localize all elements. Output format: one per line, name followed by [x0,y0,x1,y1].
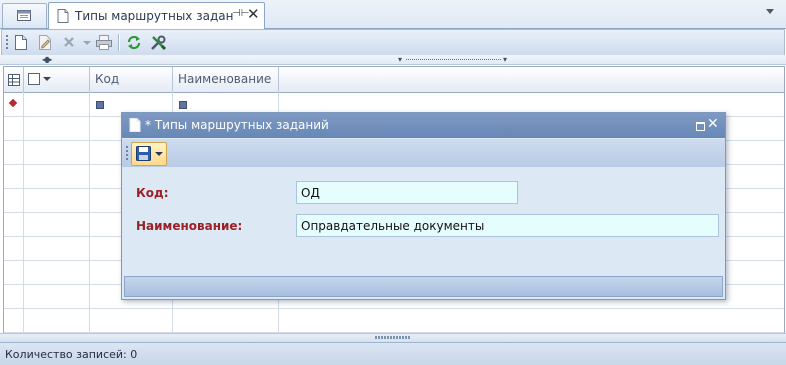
status-bar: Количество записей: 0 [0,342,786,365]
dialog-title: * Типы маршрутных заданий [145,118,329,132]
dialog-footer-bar [124,276,723,297]
save-icon [136,146,151,161]
settings-icon [151,35,166,51]
tab-list-dropdown-icon[interactable] [766,9,774,14]
column-header-code[interactable]: Код [90,67,173,92]
splitter-arrows-icon[interactable]: ◂▮▸ [42,55,52,64]
tab-title: Типы маршрутных задан [75,9,234,23]
delete-button[interactable] [60,33,80,52]
new-row-indicator-icon [8,98,18,108]
document-tab-strip: Типы маршрутных задан ⊣⊢ ✕ [0,0,786,30]
name-field[interactable] [296,214,719,237]
column-header-label: Наименование [178,72,272,86]
maximize-icon[interactable] [696,122,705,131]
column-divider [23,92,24,333]
window-icon [17,10,31,21]
edit-record-dialog: * Типы маршрутных заданий ✕ Код: Наимено… [121,112,726,300]
save-dropdown-icon[interactable] [155,152,163,156]
toolbar-grip[interactable] [6,35,8,50]
select-all-cell[interactable] [24,67,90,92]
refresh-icon [127,35,141,50]
toolbar-separator [118,34,120,51]
document-icon [57,9,69,23]
close-icon[interactable]: ✕ [247,5,260,23]
delete-icon [64,37,74,47]
record-count-label: Количество записей: 0 [5,348,138,361]
home-tab[interactable] [2,3,47,28]
new-button[interactable] [12,33,32,52]
column-divider [89,92,90,333]
selection-dropdown-icon[interactable] [43,77,51,81]
column-header-name[interactable]: Наименование [173,67,279,92]
splitter-left-marker-icon[interactable]: ▾ [398,55,402,64]
print-icon [96,35,112,50]
toolbar-grip[interactable] [126,146,128,161]
select-all-checkbox[interactable] [28,73,40,85]
edit-button[interactable] [36,33,56,52]
splitter-right-marker-icon[interactable]: ▾ [503,55,507,64]
document-icon [129,118,141,132]
main-toolbar [1,29,785,56]
bottom-splitter[interactable] [0,333,786,342]
grid-icon [8,74,20,86]
code-label: Код: [136,186,169,200]
dialog-title-bar[interactable]: * Типы маршрутных заданий ✕ [122,113,725,138]
code-filter-icon[interactable] [96,101,104,109]
table-row[interactable] [4,309,784,333]
new-icon [15,35,27,50]
splitter-dots [406,59,502,60]
splitter-handle[interactable] [375,336,411,339]
delete-dropdown-icon[interactable] [83,41,91,45]
save-button[interactable] [131,142,167,166]
column-splitter-bar: ◂▮▸ ▾ ▾ [0,55,786,65]
refresh-button[interactable] [124,33,144,52]
name-label: Наименование: [136,219,243,233]
column-header-label: Код [95,72,120,86]
tab-route-task-types[interactable]: Типы маршрутных задан ⊣⊢ ✕ [48,2,265,30]
grid-menu-cell[interactable] [4,67,24,92]
code-field[interactable] [296,181,518,204]
grid-header: Код Наименование [4,67,784,93]
print-button[interactable] [94,33,114,52]
name-filter-icon[interactable] [179,101,187,109]
edit-icon [39,35,51,50]
dialog-toolbar [122,139,725,167]
dialog-close-icon[interactable]: ✕ [707,116,719,132]
settings-button[interactable] [148,33,168,52]
